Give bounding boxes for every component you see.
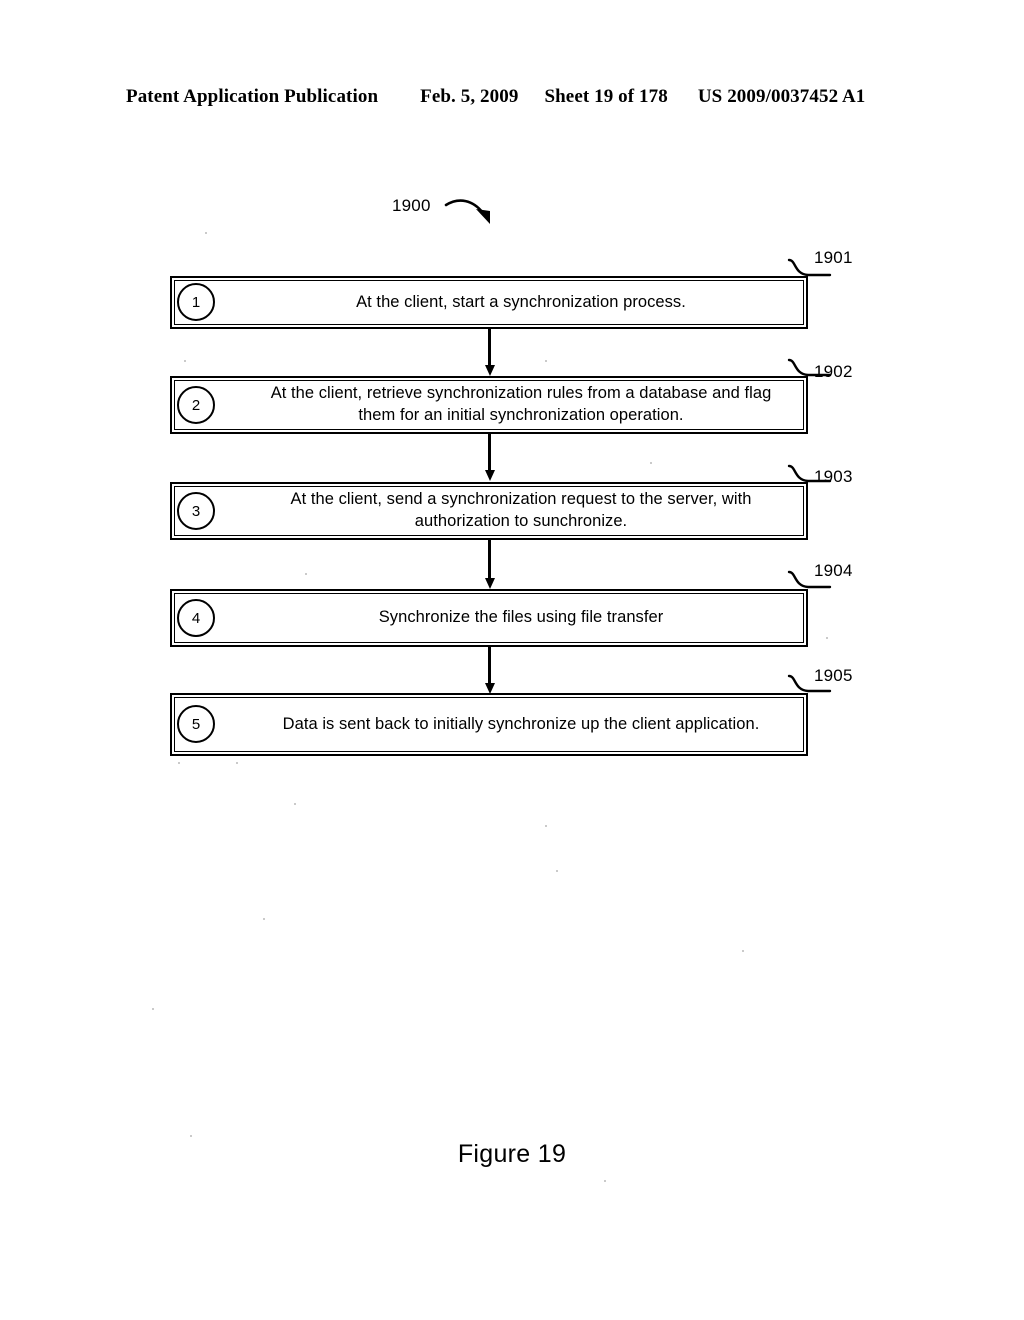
scan-speck [545,825,547,827]
flow-connector-4-5 [485,647,495,694]
reference-leader-1902 [787,358,832,377]
step-number-5: 5 [191,715,201,733]
reference-leader-1901 [787,258,832,277]
reference-leader-1904 [787,570,832,589]
step-number-circle-5: 5 [177,705,215,743]
flow-step-text-5: Data is sent back to initially synchroni… [282,714,760,733]
scan-speck [545,360,547,362]
flow-connector-1-2 [485,329,495,376]
step-number-circle-1: 1 [177,283,215,321]
step-number-4: 4 [191,609,201,627]
scan-speck [294,803,296,805]
scan-speck [184,360,186,362]
scan-speck [152,1008,154,1010]
scan-speck [742,950,744,952]
step-number-1: 1 [191,293,201,311]
scan-speck [305,573,307,575]
scan-speck [604,1180,606,1182]
flow-step-box-3: At the client, send a synchronization re… [170,482,808,540]
scan-speck [190,1135,192,1137]
step-number-circle-3: 3 [177,492,215,530]
flow-step-box-2: At the client, retrieve synchronization … [170,376,808,434]
step-number-circle-2: 2 [177,386,215,424]
scan-speck [650,462,652,464]
scan-speck [556,870,558,872]
scan-speck [205,232,207,234]
flow-connector-3-4 [485,540,495,589]
flow-step-text-3: At the client, send a synchronization re… [290,490,752,530]
flow-step-text-4: Synchronize the files using file transfe… [378,608,664,627]
flow-step-text-1: At the client, start a synchronization p… [356,292,686,311]
flow-step-box-5: Data is sent back to initially synchroni… [170,693,808,756]
scan-speck [178,762,180,764]
flow-step-box-4: Synchronize the files using file transfe… [170,589,808,647]
reference-leader-1903 [787,464,832,483]
figure-caption: Figure 19 [457,1140,567,1168]
flow-step-box-1: At the client, start a synchronization p… [170,276,808,329]
figure-19-diagram: 1900 At the client, start a synchronizat… [0,0,1024,1320]
diagram-reference-arrow-icon [444,199,490,224]
step-number-3: 3 [191,502,201,520]
scan-speck [263,918,265,920]
flow-step-text-2: At the client, retrieve synchronization … [270,384,772,424]
reference-leader-1905 [787,674,832,693]
step-number-circle-4: 4 [177,599,215,637]
flow-connector-2-3 [485,434,495,482]
step-number-2: 2 [191,396,201,414]
scan-speck [236,762,238,764]
diagram-reference-label: 1900 [392,196,431,215]
scan-speck [826,637,828,639]
